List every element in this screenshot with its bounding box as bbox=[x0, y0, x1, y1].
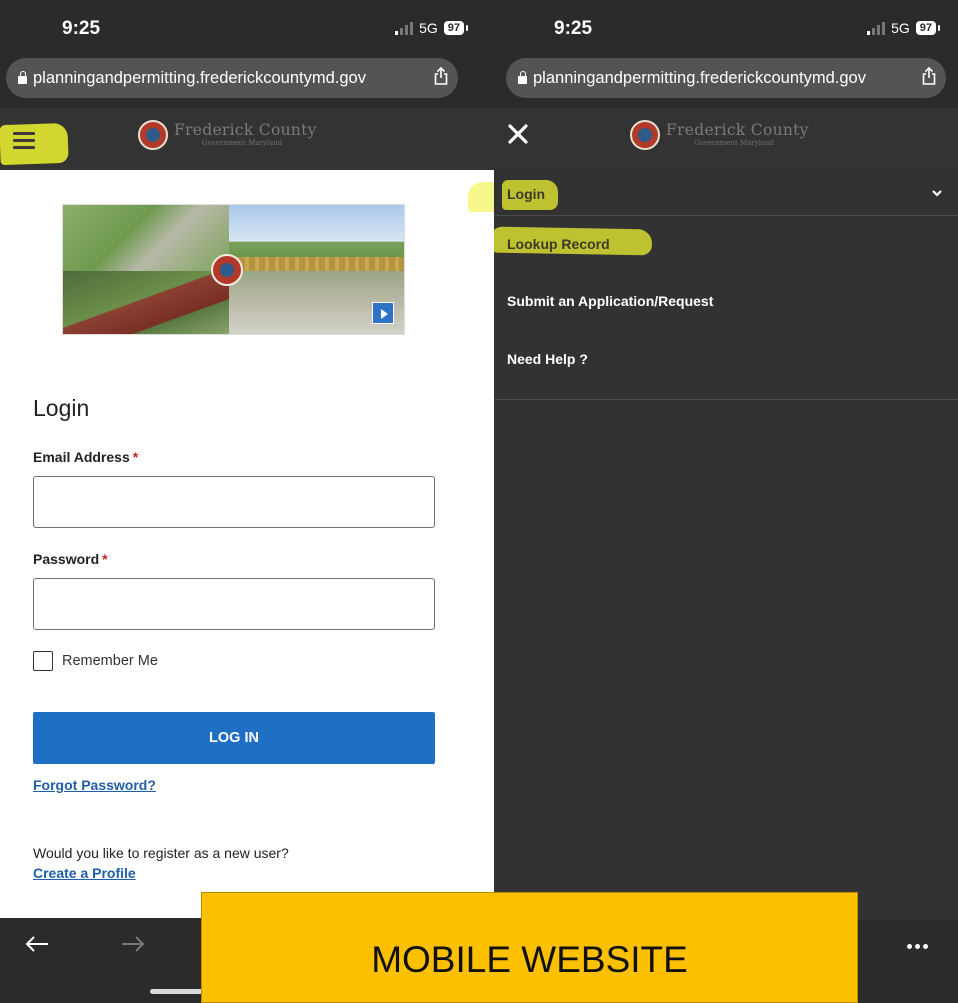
create-profile-link[interactable]: Create a Profile bbox=[33, 865, 136, 881]
status-time: 9:25 bbox=[554, 18, 593, 39]
email-label: Email Address * bbox=[33, 449, 139, 465]
browser-url-row: planningandpermitting.frederickcountymd.… bbox=[0, 50, 494, 108]
password-label: Password * bbox=[33, 551, 108, 567]
menu-item-login[interactable]: Login bbox=[494, 170, 958, 216]
address-bar[interactable]: planningandpermitting.frederickcountymd.… bbox=[506, 58, 946, 98]
more-options-icon[interactable] bbox=[907, 944, 928, 949]
forgot-password-link[interactable]: Forgot Password? bbox=[33, 777, 156, 793]
menu-item-label: Lookup Record bbox=[507, 236, 610, 252]
chevron-down-icon[interactable] bbox=[932, 188, 942, 198]
browser-url-row: planningandpermitting.frederickcountymd.… bbox=[494, 50, 958, 108]
share-icon[interactable] bbox=[434, 67, 448, 85]
page-title: Login bbox=[33, 395, 90, 421]
signal-icon bbox=[867, 21, 886, 35]
county-seal-icon bbox=[630, 120, 660, 150]
battery-icon: 97 bbox=[915, 21, 941, 35]
menu-item-need-help[interactable]: Need Help ? bbox=[494, 330, 958, 400]
banner-seal-icon bbox=[211, 254, 243, 286]
url-text: planningandpermitting.frederickcountymd.… bbox=[33, 68, 366, 87]
menu-item-label: Submit an Application/Request bbox=[507, 293, 714, 309]
site-header: Frederick County Government Maryland bbox=[494, 108, 958, 170]
url-text: planningandpermitting.frederickcountymd.… bbox=[533, 68, 866, 87]
right-phone-screen: 9:25 5G 97 planningandpermitting.frederi… bbox=[494, 0, 958, 1003]
brand-name: Frederick County bbox=[666, 121, 809, 140]
menu-item-submit-application[interactable]: Submit an Application/Request bbox=[494, 272, 958, 330]
caption-text: MOBILE WEBSITE bbox=[371, 938, 688, 980]
lock-icon bbox=[18, 71, 27, 84]
county-logo[interactable]: Frederick County Government Maryland bbox=[630, 120, 809, 150]
county-seal-icon bbox=[138, 120, 168, 150]
close-icon[interactable] bbox=[506, 122, 530, 146]
remember-me-label: Remember Me bbox=[62, 653, 158, 669]
left-phone-screen: 9:25 5G 97 planningandpermitting.frederi… bbox=[0, 0, 494, 1003]
forward-arrow-icon[interactable] bbox=[120, 934, 146, 954]
email-field[interactable] bbox=[33, 476, 435, 528]
share-icon[interactable] bbox=[922, 67, 936, 85]
brand-subtitle: Government Maryland bbox=[694, 138, 775, 147]
play-icon[interactable] bbox=[372, 302, 394, 324]
remember-me-row[interactable]: Remember Me bbox=[33, 651, 158, 671]
login-button[interactable]: LOG IN bbox=[33, 712, 435, 764]
remember-me-checkbox[interactable] bbox=[33, 651, 53, 671]
status-time: 9:25 bbox=[62, 18, 101, 39]
status-bar: 9:25 5G 97 bbox=[0, 0, 494, 50]
status-right: 5G 97 bbox=[395, 20, 469, 36]
screenshot-canvas: 9:25 5G 97 planningandpermitting.frederi… bbox=[0, 0, 958, 1003]
lock-icon bbox=[518, 71, 527, 84]
battery-icon: 97 bbox=[443, 21, 469, 35]
network-type: 5G bbox=[419, 20, 438, 36]
status-right: 5G 97 bbox=[867, 20, 941, 36]
menu-item-lookup-record[interactable]: Lookup Record bbox=[494, 216, 958, 272]
menu-item-label: Need Help ? bbox=[507, 351, 588, 367]
menu-button[interactable] bbox=[0, 118, 70, 168]
brand-name: Frederick County bbox=[174, 121, 317, 140]
address-bar[interactable]: planningandpermitting.frederickcountymd.… bbox=[6, 58, 458, 98]
nav-menu: Login Lookup Record Submit an Applicatio… bbox=[494, 170, 958, 400]
county-logo[interactable]: Frederick County Government Maryland bbox=[138, 120, 317, 150]
network-type: 5G bbox=[891, 20, 910, 36]
back-arrow-icon[interactable] bbox=[24, 934, 50, 954]
register-prompt: Would you like to register as a new user… bbox=[33, 845, 289, 861]
site-header: Frederick County Government Maryland bbox=[0, 108, 494, 170]
brand-subtitle: Government Maryland bbox=[202, 138, 283, 147]
password-field[interactable] bbox=[33, 578, 435, 630]
hero-banner-image bbox=[62, 204, 405, 335]
caption-box: MOBILE WEBSITE bbox=[201, 892, 858, 1003]
status-bar: 9:25 5G 97 bbox=[494, 0, 958, 50]
menu-item-label: Login bbox=[507, 186, 546, 202]
signal-icon bbox=[395, 21, 414, 35]
hamburger-icon bbox=[13, 132, 35, 150]
